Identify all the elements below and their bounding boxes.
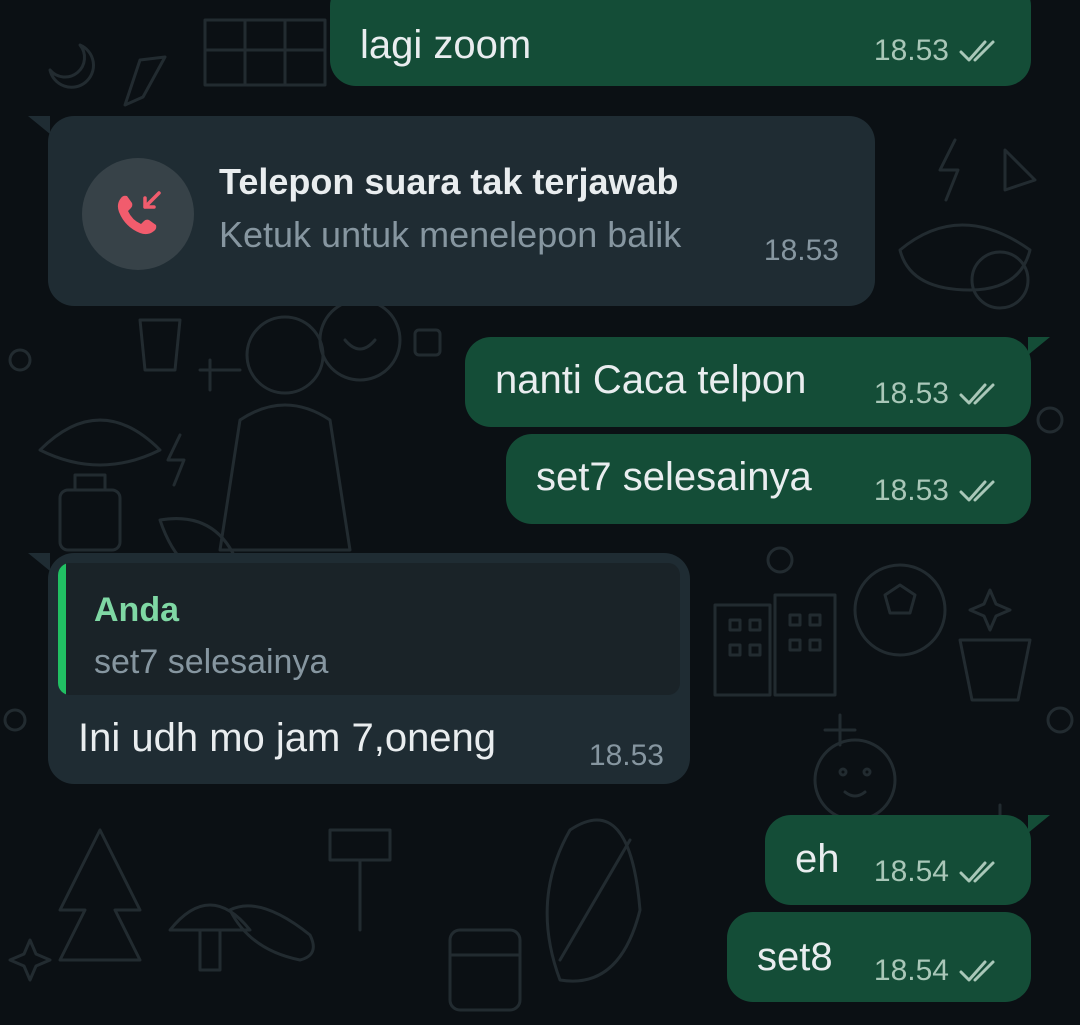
quoted-author: Anda [94, 591, 179, 629]
outgoing-message-bubble[interactable]: lagi zoom 18.53 [330, 0, 1031, 86]
outgoing-message-bubble[interactable]: set7 selesainya 18.53 [506, 434, 1031, 524]
message-text: set7 selesainya [536, 455, 812, 499]
message-text: Ini udh mo jam 7,oneng [78, 716, 497, 760]
message-meta: 18.53 [874, 34, 1003, 68]
message-time: 18.54 [873, 954, 949, 987]
missed-call-icon-badge [82, 158, 194, 270]
message-time: 18.53 [873, 474, 949, 507]
message-text: lagi zoom [360, 23, 532, 67]
missed-call-title: Telepon suara tak terjawab [219, 161, 679, 202]
bubble-tail [1028, 337, 1050, 355]
outgoing-message-bubble[interactable]: set8 18.54 [727, 912, 1031, 1002]
message-meta: 18.53 [874, 377, 1003, 411]
message-meta: 18.53 [874, 474, 1003, 508]
outgoing-message-bubble[interactable]: nanti Caca telpon 18.53 [465, 337, 1031, 427]
double-check-icon [959, 40, 995, 62]
double-check-icon [959, 960, 995, 982]
message-meta: 18.54 [874, 855, 1003, 889]
quoted-text: set7 selesainya [94, 643, 329, 681]
quoted-accent-bar [58, 563, 66, 695]
message-meta: 18.54 [874, 954, 1003, 988]
double-check-icon [959, 480, 995, 502]
message-time: 18.53 [763, 234, 839, 267]
missed-call-bubble[interactable]: Telepon suara tak terjawab Ketuk untuk m… [48, 116, 875, 306]
missed-call-icon [117, 191, 161, 235]
double-check-icon [959, 383, 995, 405]
bubble-tail [28, 553, 50, 571]
message-time: 18.54 [873, 855, 949, 888]
message-time: 18.53 [588, 739, 664, 772]
message-text: set8 [757, 935, 833, 979]
message-meta: 18.53 [589, 739, 664, 773]
message-meta: 18.53 [764, 234, 839, 268]
message-time: 18.53 [873, 34, 949, 67]
message-text: eh [795, 837, 840, 881]
double-check-icon [959, 861, 995, 883]
bubble-tail [28, 116, 50, 134]
message-time: 18.53 [873, 377, 949, 410]
bubble-tail [1028, 815, 1050, 833]
incoming-message-bubble[interactable]: Anda set7 selesainya Ini udh mo jam 7,on… [48, 553, 690, 784]
message-text: nanti Caca telpon [495, 358, 807, 402]
quoted-message[interactable]: Anda set7 selesainya [58, 563, 680, 695]
missed-call-subtitle: Ketuk untuk menelepon balik [219, 214, 682, 255]
outgoing-message-bubble[interactable]: eh 18.54 [765, 815, 1031, 905]
